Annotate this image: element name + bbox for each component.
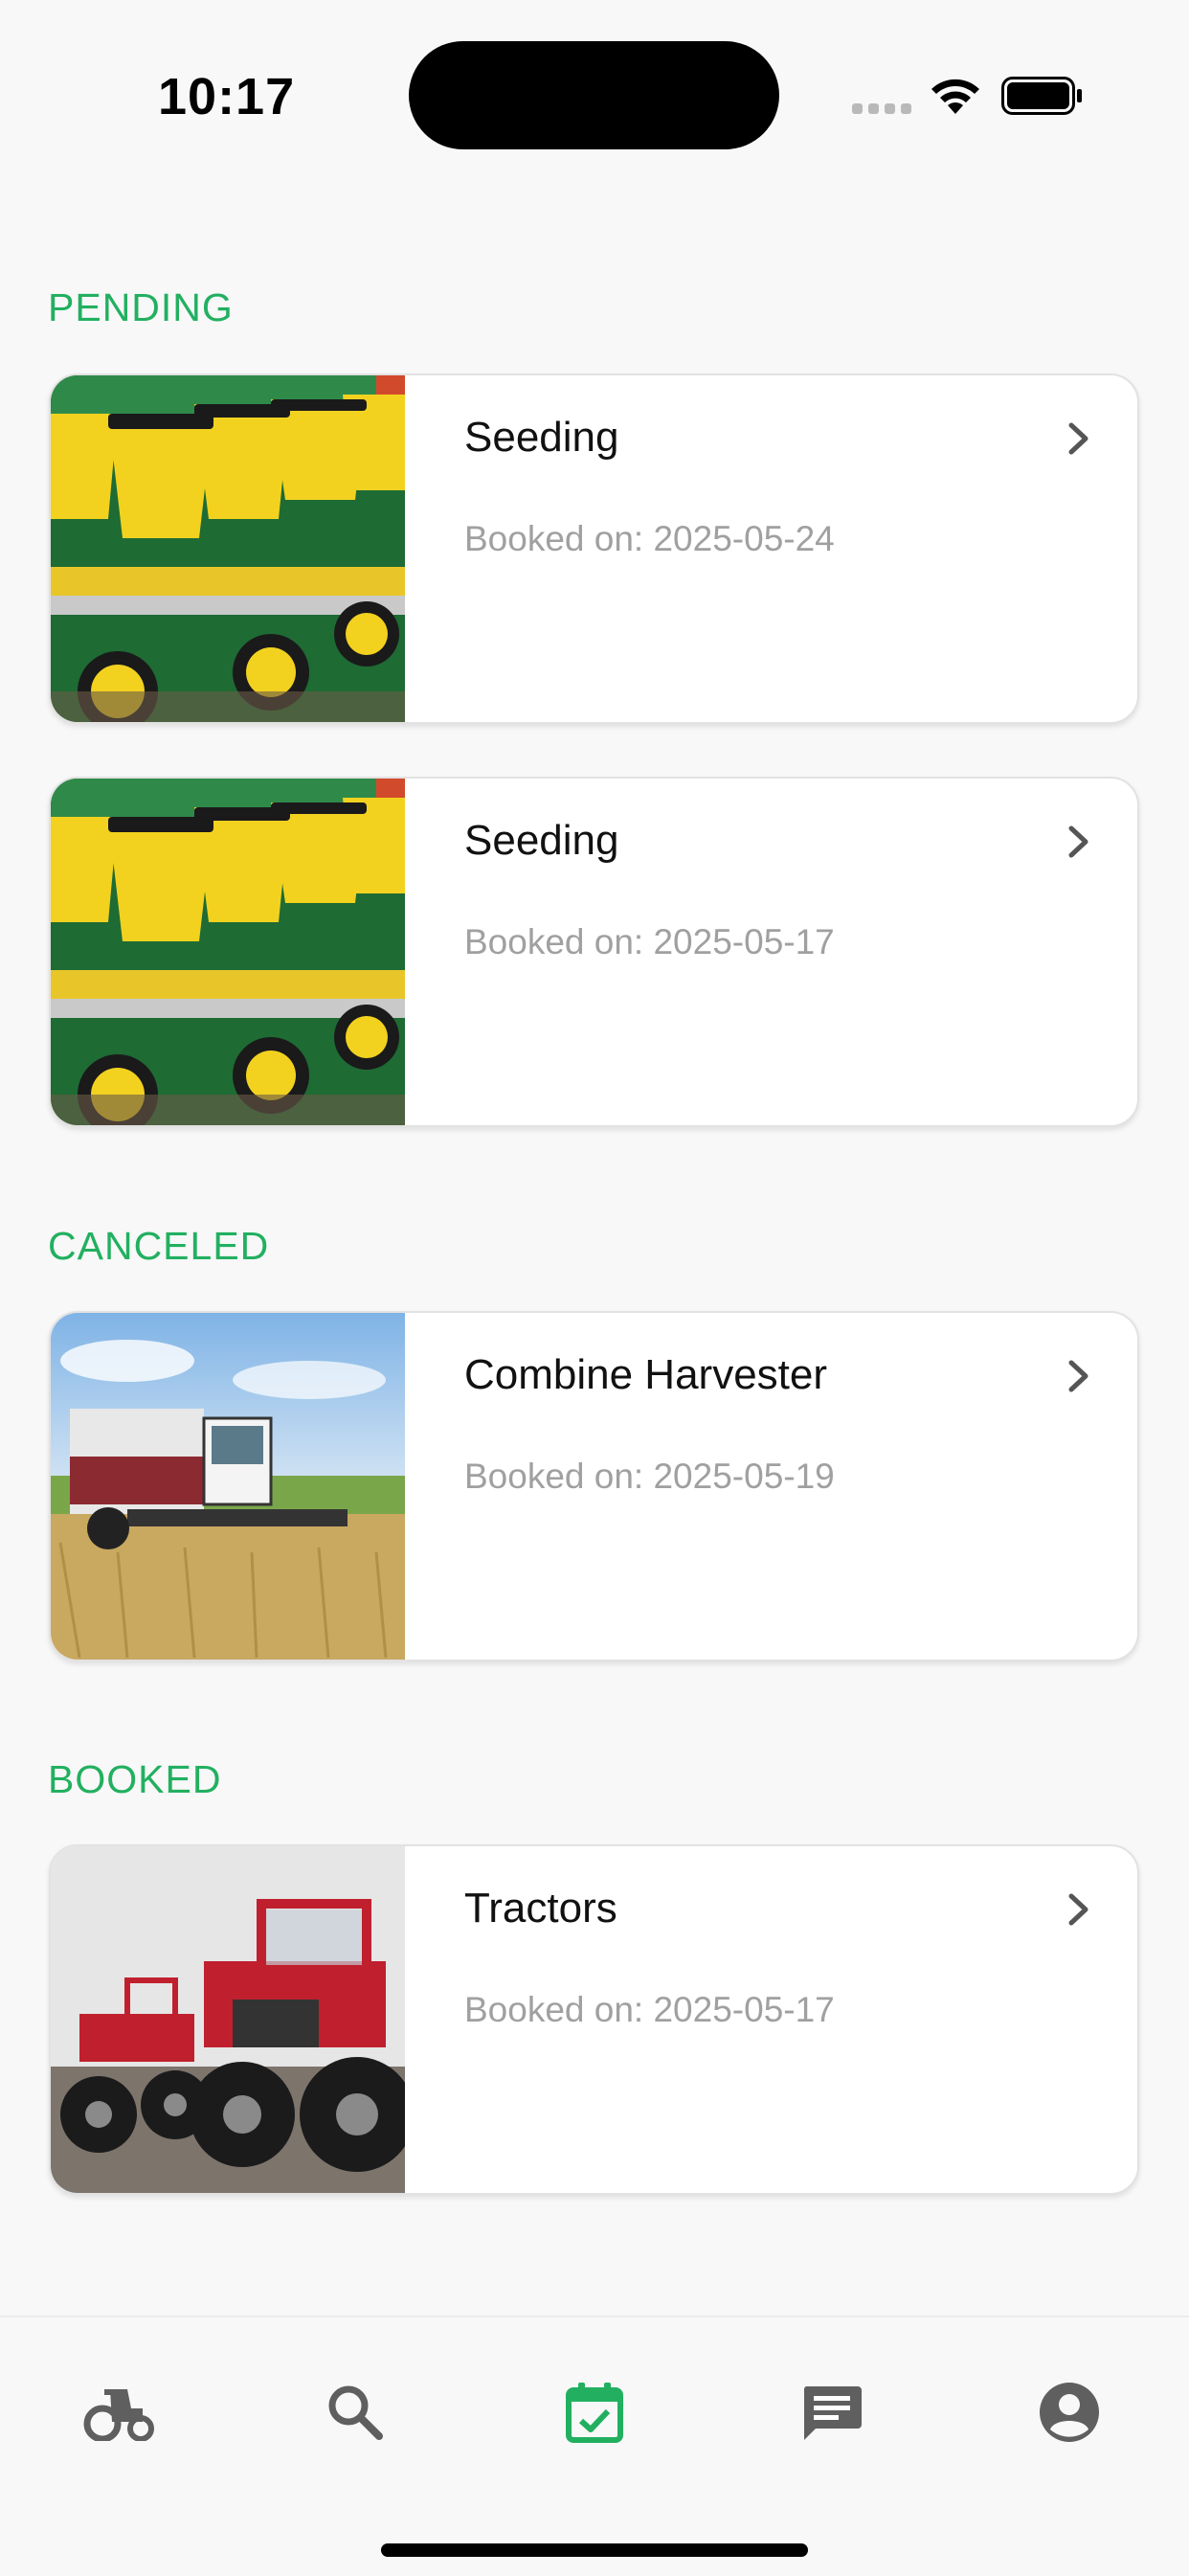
card-title: Tractors bbox=[464, 1885, 617, 1932]
booking-card-seeding[interactable]: Seeding Booked on: 2025-05-17 bbox=[49, 777, 1139, 1127]
battery-icon bbox=[1001, 77, 1082, 115]
card-booked-date: Booked on: 2025-05-19 bbox=[464, 1457, 835, 1496]
card-title: Combine Harvester bbox=[464, 1351, 828, 1398]
chevron-right-icon bbox=[1068, 1360, 1088, 1392]
booking-card-combine-harvester[interactable]: Combine Harvester Booked on: 2025-05-19 bbox=[49, 1311, 1139, 1661]
tab-messages[interactable] bbox=[789, 2369, 875, 2455]
dynamic-island bbox=[409, 41, 779, 149]
wifi-icon bbox=[931, 79, 979, 114]
status-time: 10:17 bbox=[158, 68, 296, 125]
tab-bookings[interactable] bbox=[551, 2369, 638, 2455]
calendar-check-icon bbox=[566, 2383, 623, 2443]
status-bar: 10:17 bbox=[0, 0, 1189, 182]
search-icon bbox=[328, 2385, 383, 2440]
chevron-right-icon bbox=[1068, 1893, 1088, 1926]
seeding-machine-photo bbox=[51, 779, 405, 1125]
tractors-photo bbox=[51, 1846, 405, 2193]
bottom-tab-bar bbox=[0, 2316, 1189, 2576]
tab-machines[interactable] bbox=[77, 2369, 163, 2455]
tab-profile[interactable] bbox=[1026, 2369, 1112, 2455]
tab-search[interactable] bbox=[312, 2369, 398, 2455]
home-indicator bbox=[381, 2543, 808, 2557]
card-booked-date: Booked on: 2025-05-24 bbox=[464, 519, 835, 558]
cellular-signal-icon bbox=[852, 103, 913, 117]
chat-icon bbox=[803, 2386, 862, 2440]
chevron-right-icon bbox=[1068, 825, 1088, 858]
chevron-right-icon bbox=[1068, 422, 1088, 455]
card-title: Seeding bbox=[464, 817, 619, 864]
section-title-pending: PENDING bbox=[48, 285, 234, 329]
seeding-machine-photo bbox=[51, 375, 405, 722]
card-booked-date: Booked on: 2025-05-17 bbox=[464, 1990, 835, 2029]
account-icon bbox=[1040, 2383, 1099, 2442]
booking-card-seeding[interactable]: Seeding Booked on: 2025-05-24 bbox=[49, 373, 1139, 724]
combine-harvester-photo bbox=[51, 1313, 405, 1660]
card-booked-date: Booked on: 2025-05-17 bbox=[464, 922, 835, 961]
section-title-booked: BOOKED bbox=[48, 1757, 222, 1801]
section-title-canceled: CANCELED bbox=[48, 1224, 270, 1268]
booking-card-tractors[interactable]: Tractors Booked on: 2025-05-17 bbox=[49, 1844, 1139, 2195]
card-title: Seeding bbox=[464, 414, 619, 461]
tractor-icon bbox=[83, 2389, 154, 2441]
